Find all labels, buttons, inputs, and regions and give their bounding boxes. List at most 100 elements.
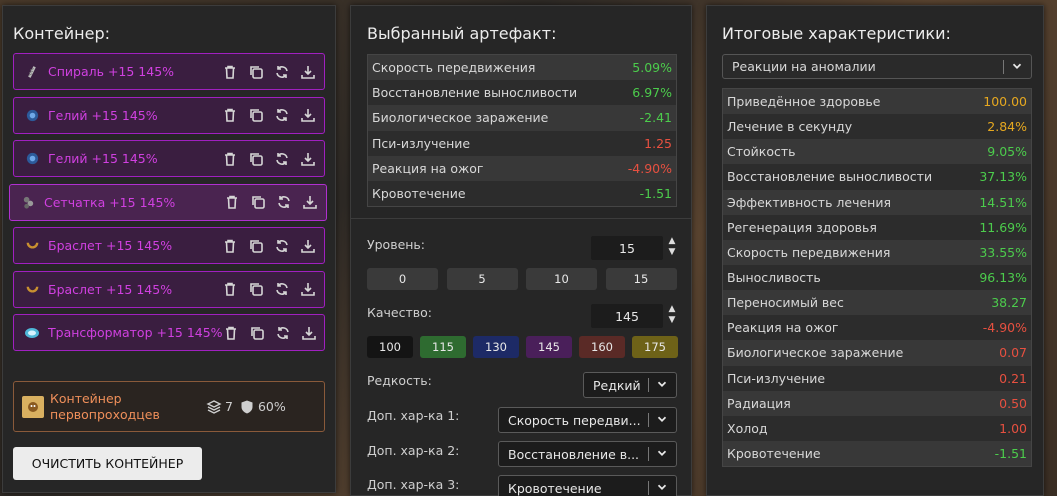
extra3-select[interactable]: Кровотечение bbox=[498, 475, 677, 496]
total-stat-row: Стойкость 9.05% bbox=[723, 139, 1031, 165]
artifact-item[interactable]: Браслет +15 145% bbox=[13, 270, 325, 308]
level-input[interactable]: 15 bbox=[591, 236, 663, 260]
download-icon[interactable] bbox=[301, 324, 318, 341]
bracelet-artifact-icon bbox=[24, 281, 40, 297]
container-protection-value: 60% bbox=[257, 399, 286, 414]
copy-icon[interactable] bbox=[247, 63, 264, 80]
refresh-icon[interactable] bbox=[273, 150, 290, 167]
level-preset-button[interactable]: 10 bbox=[526, 268, 597, 290]
refresh-icon[interactable] bbox=[273, 63, 290, 80]
artifact-stats-table: Скорость передвижения 5.09% Восстановлени… bbox=[367, 54, 677, 208]
total-stat-row: Эффективность лечения 14.51% bbox=[723, 189, 1031, 215]
stat-label: Пси-излучение bbox=[372, 135, 471, 151]
level-preset-button[interactable]: 5 bbox=[446, 268, 518, 290]
artifact-item[interactable]: Гелий +15 145% bbox=[13, 96, 325, 134]
download-icon[interactable] bbox=[299, 150, 316, 167]
refresh-icon[interactable] bbox=[273, 281, 290, 298]
trash-icon[interactable] bbox=[221, 107, 238, 124]
download-icon[interactable] bbox=[299, 281, 316, 298]
quality-input[interactable]: 145 bbox=[591, 304, 663, 328]
quality-preset-button[interactable]: 145 bbox=[526, 336, 572, 358]
quality-preset-button[interactable]: 115 bbox=[420, 336, 466, 358]
level-preset-button[interactable]: 15 bbox=[605, 268, 677, 290]
artifact-stat-row: Реакция на ожог -4.90% bbox=[368, 155, 676, 181]
extra2-select[interactable]: Восстановление в... bbox=[498, 441, 677, 467]
stat-label: Приведённое здоровье bbox=[727, 94, 881, 110]
artifact-actions bbox=[223, 324, 318, 341]
artifact-name: Гелий +15 145% bbox=[48, 151, 158, 166]
stat-value: -4.90% bbox=[627, 160, 672, 176]
total-stat-row: Радиация 0.50 bbox=[723, 390, 1031, 416]
artifact-stat-row: Кровотечение -1.51 bbox=[368, 180, 676, 207]
artifact-item[interactable]: Гелий +15 145% bbox=[13, 140, 325, 177]
copy-icon[interactable] bbox=[249, 194, 266, 211]
refresh-icon[interactable] bbox=[273, 107, 290, 124]
stat-label: Холод bbox=[727, 420, 768, 436]
copy-icon[interactable] bbox=[247, 150, 264, 167]
chevron-down-icon bbox=[655, 480, 671, 496]
artifact-item[interactable]: Сетчатка +15 145% bbox=[9, 183, 327, 221]
stat-label: Биологическое заражение bbox=[372, 110, 549, 126]
stat-value: 11.69% bbox=[979, 219, 1027, 235]
chevron-down-icon bbox=[1010, 59, 1026, 75]
stat-value: 1.00 bbox=[999, 420, 1027, 436]
quality-preset-button[interactable]: 100 bbox=[367, 336, 413, 358]
quality-spinner[interactable]: ▲ ▼ bbox=[666, 304, 678, 328]
trash-icon[interactable] bbox=[221, 281, 238, 298]
stat-value: 5.09% bbox=[632, 60, 672, 76]
level-spinner[interactable]: ▲ ▼ bbox=[666, 236, 678, 260]
download-icon[interactable] bbox=[299, 107, 316, 124]
rarity-select[interactable]: Редкий bbox=[583, 372, 677, 398]
stat-value: 0.21 bbox=[999, 370, 1027, 386]
stat-label: Регенерация здоровья bbox=[727, 219, 877, 235]
quality-preset-button[interactable]: 160 bbox=[579, 336, 625, 358]
stat-value: 37.13% bbox=[979, 169, 1027, 185]
stats-filter-value: Реакции на аномалии bbox=[732, 59, 876, 74]
trash-icon[interactable] bbox=[221, 237, 238, 254]
container-panel: Контейнер: Спираль +15 145% Гелий +15 14… bbox=[2, 5, 336, 493]
copy-icon[interactable] bbox=[247, 237, 264, 254]
quality-preset-button[interactable]: 175 bbox=[632, 336, 678, 358]
extra1-label: Доп. хар-ка 1: bbox=[367, 408, 460, 423]
copy-icon[interactable] bbox=[247, 107, 264, 124]
total-stat-row: Биологическое заражение 0.07 bbox=[723, 340, 1031, 366]
level-label: Уровень: bbox=[367, 237, 426, 252]
trash-icon[interactable] bbox=[223, 324, 240, 341]
extra1-select[interactable]: Скорость передви... bbox=[498, 407, 677, 433]
stat-value: -1.51 bbox=[994, 446, 1027, 462]
trash-icon[interactable] bbox=[223, 194, 240, 211]
trash-icon[interactable] bbox=[221, 150, 238, 167]
container-avatar-icon bbox=[22, 395, 44, 418]
artifact-item[interactable]: Браслет +15 145% bbox=[13, 227, 325, 264]
refresh-icon[interactable] bbox=[275, 324, 292, 341]
stats-filter-select[interactable]: Реакции на аномалии bbox=[722, 54, 1032, 79]
clear-container-button[interactable]: ОЧИСТИТЬ КОНТЕЙНЕР bbox=[13, 447, 202, 480]
stat-label: Кровотечение bbox=[372, 186, 466, 202]
select-separator bbox=[1003, 59, 1004, 74]
refresh-icon[interactable] bbox=[275, 194, 292, 211]
stat-value: -2.41 bbox=[639, 110, 672, 126]
stat-label: Лечение в секунду bbox=[727, 119, 853, 135]
download-icon[interactable] bbox=[299, 63, 316, 80]
quality-preset-button[interactable]: 130 bbox=[473, 336, 519, 358]
download-icon[interactable] bbox=[299, 237, 316, 254]
stat-value: 9.05% bbox=[987, 144, 1027, 160]
artifact-item[interactable]: Трансформатор +15 145% bbox=[13, 314, 325, 351]
extra2-label: Доп. хар-ка 2: bbox=[367, 443, 460, 458]
level-preset-button[interactable]: 0 bbox=[367, 268, 438, 290]
chevron-down-icon bbox=[655, 377, 671, 393]
container-slots-value: 7 bbox=[225, 399, 233, 414]
stat-value: 2.84% bbox=[987, 119, 1027, 135]
extra3-select-value: Кровотечение bbox=[508, 480, 602, 496]
artifact-name: Гелий +15 145% bbox=[48, 107, 158, 123]
artifact-item[interactable]: Спираль +15 145% bbox=[13, 53, 325, 90]
total-stat-row: Холод 1.00 bbox=[723, 415, 1031, 441]
trash-icon[interactable] bbox=[221, 63, 238, 80]
download-icon[interactable] bbox=[301, 194, 318, 211]
container-protection: 60% bbox=[239, 399, 286, 415]
copy-icon[interactable] bbox=[249, 324, 266, 341]
container-card[interactable]: Контейнер первопроходцев 7 60% bbox=[13, 381, 325, 432]
stat-value: 96.13% bbox=[979, 270, 1027, 286]
copy-icon[interactable] bbox=[247, 281, 264, 298]
refresh-icon[interactable] bbox=[273, 237, 290, 254]
